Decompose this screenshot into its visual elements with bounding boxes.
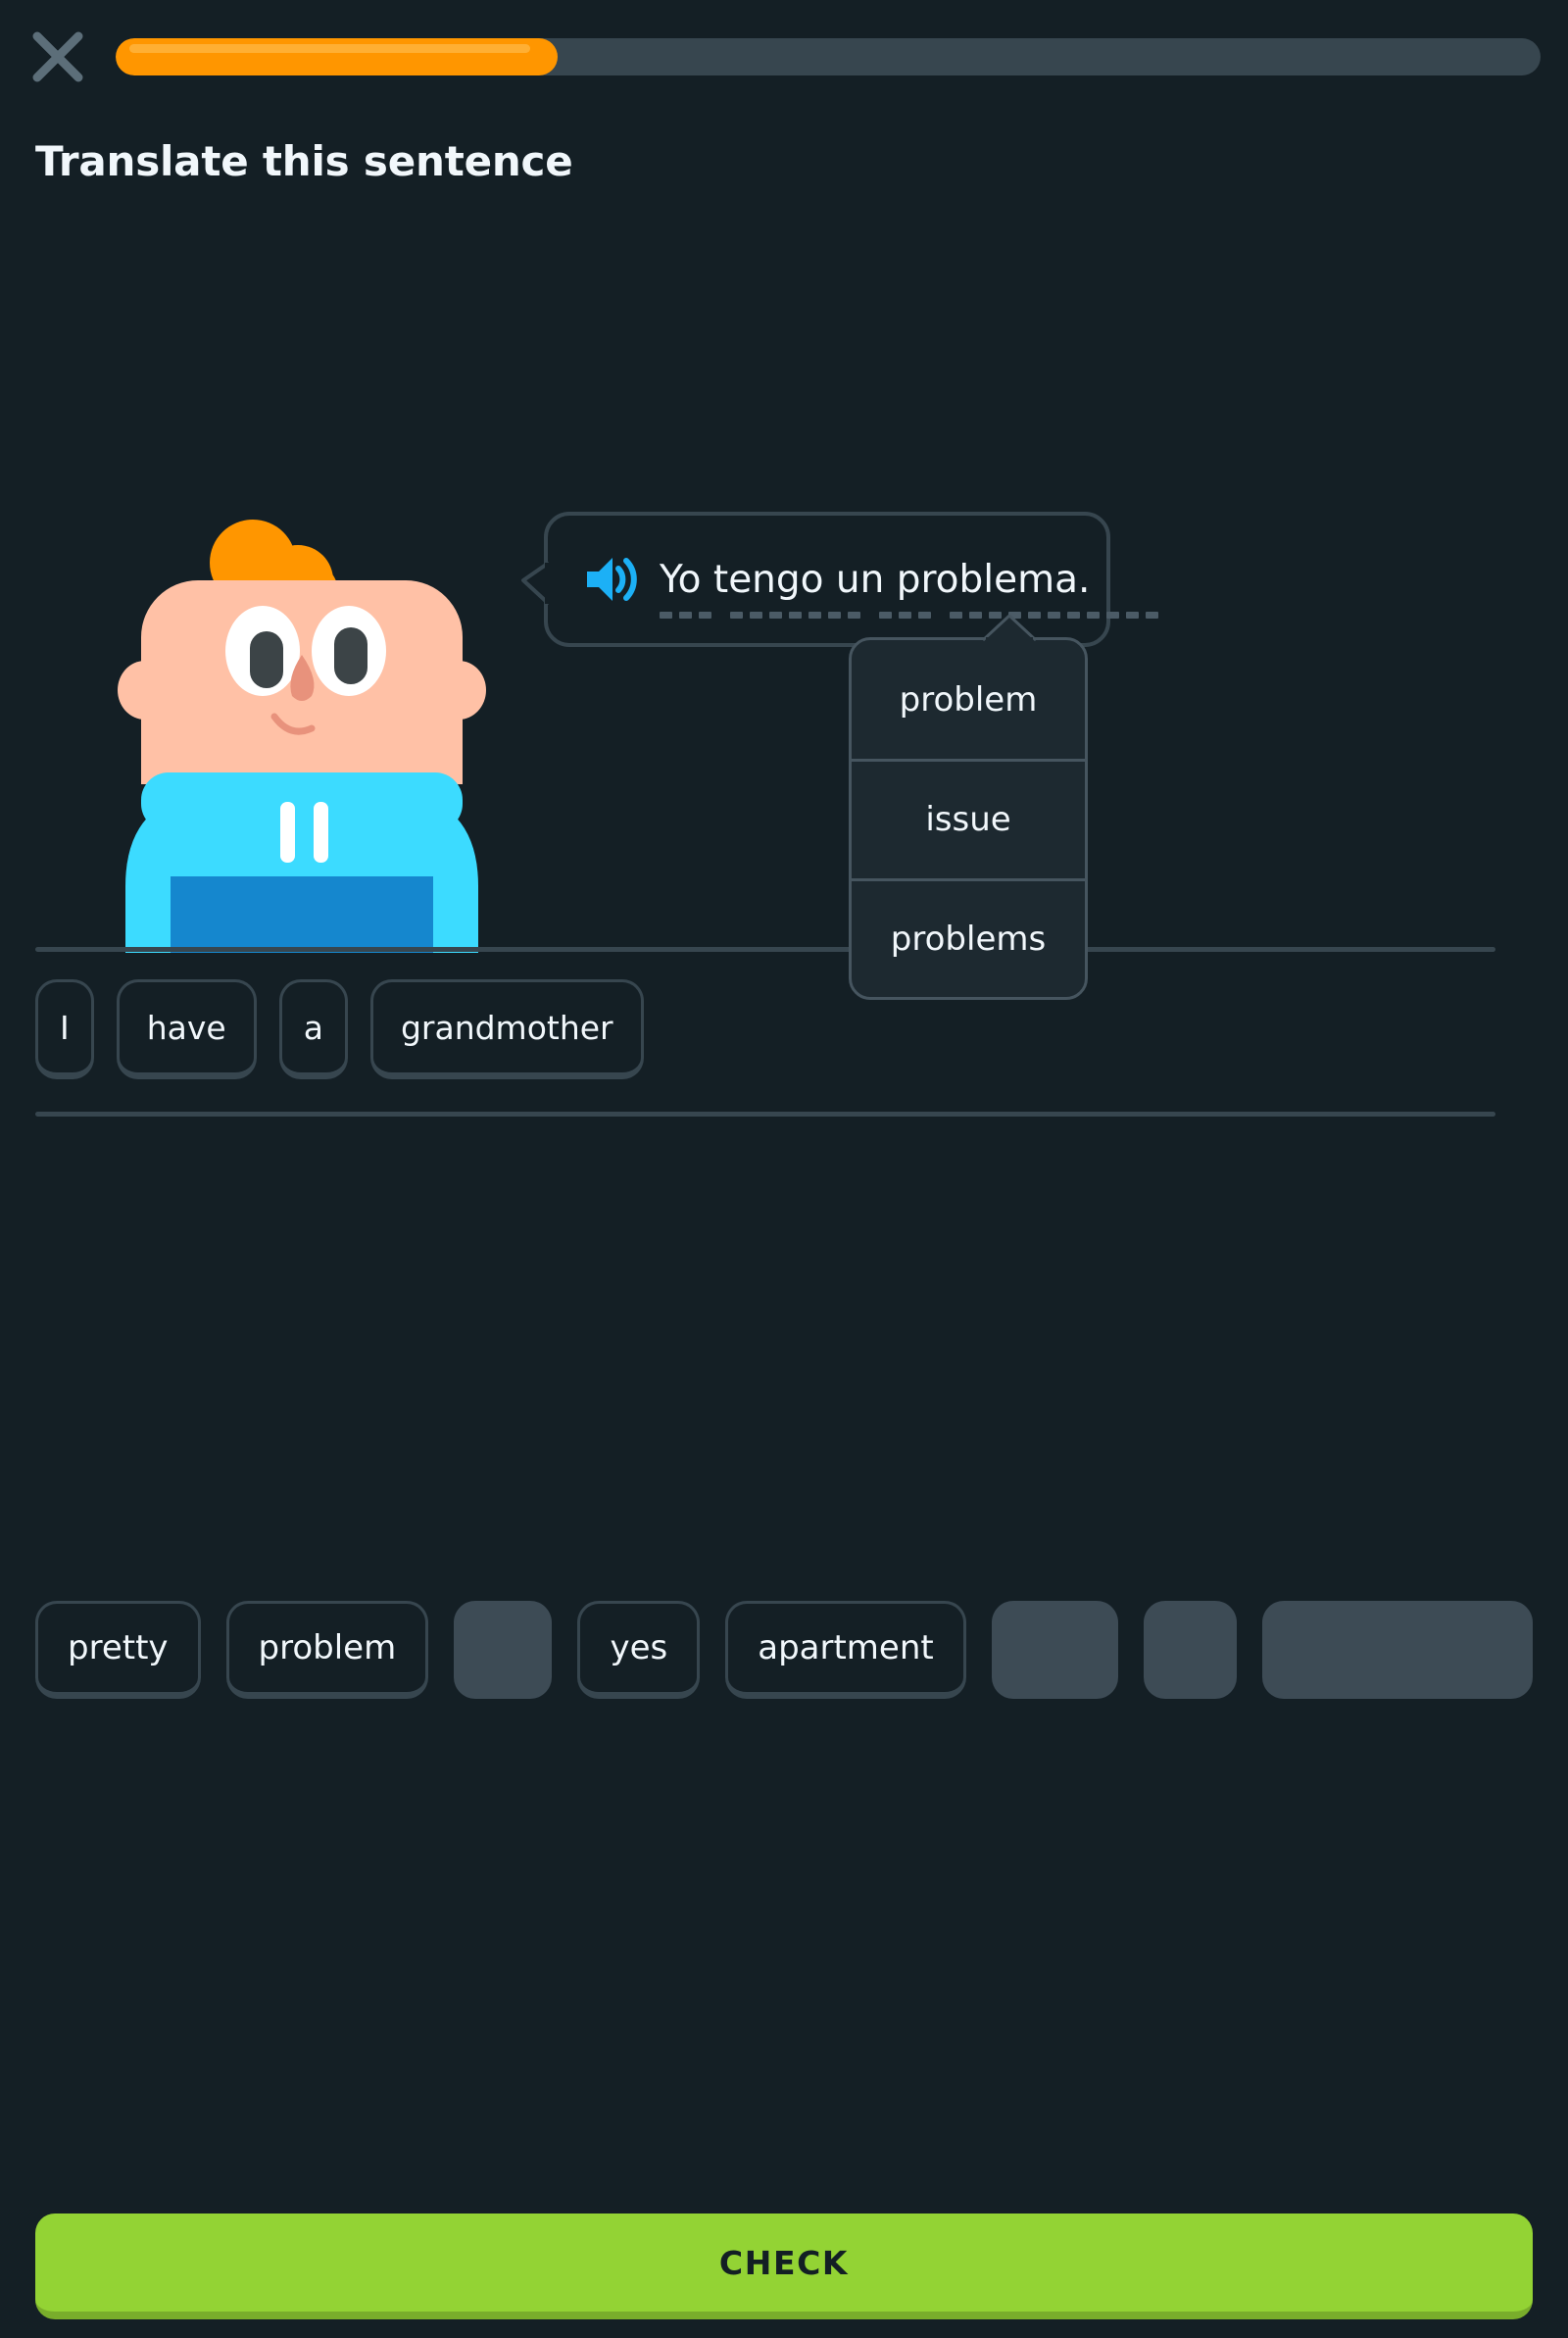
prompt-sentence[interactable]: Yo tengo un problema.	[660, 557, 1158, 619]
answer-tile-3[interactable]: grandmother	[369, 979, 644, 1079]
hint-option-2[interactable]: problems	[852, 877, 1085, 997]
page-title: Translate this sentence	[35, 137, 573, 185]
word-bank-tile-3[interactable]: yes	[577, 1601, 701, 1699]
duo-character-eddy-icon	[118, 520, 486, 953]
hint-option-0[interactable]: problem	[852, 640, 1085, 759]
word-bank-tile-5-used	[991, 1601, 1119, 1699]
word-bank-tile-1[interactable]: problem	[225, 1601, 429, 1699]
word-bank-tile-7-used	[1262, 1601, 1534, 1699]
answer-tile-2[interactable]: a	[278, 979, 348, 1079]
progress-highlight	[129, 44, 530, 53]
speaker-wave-icon[interactable]	[583, 554, 638, 605]
word-bank-tile-4[interactable]: apartment	[725, 1601, 966, 1699]
answer-row: I have a grandmother	[35, 979, 1495, 1079]
character-avatar	[106, 478, 498, 953]
word-hint-popup: problem issue problems	[849, 615, 1088, 1000]
close-button[interactable]	[27, 26, 88, 87]
answer-tile-1[interactable]: have	[116, 979, 257, 1079]
close-x-icon	[32, 31, 83, 82]
prompt-sentence-text: Yo tengo un problema.	[660, 557, 1091, 602]
top-bar	[27, 27, 1541, 86]
word-bank-tile-6-used	[1144, 1601, 1238, 1699]
hint-arrow-icon	[983, 615, 1036, 641]
exercise-screen: Translate this sentence Yo tengo un prob…	[0, 0, 1568, 2338]
answer-line-top	[35, 947, 1495, 952]
word-bank-row: pretty problem yes apartment	[35, 1601, 1534, 1707]
check-button[interactable]: CHECK	[35, 2214, 1533, 2319]
answer-tile-0[interactable]: I	[35, 979, 94, 1079]
word-bank-tile-2-used	[454, 1601, 553, 1699]
word-bank-tile-0[interactable]: pretty	[35, 1601, 201, 1699]
bubble-tail-icon	[521, 561, 551, 606]
hint-option-1[interactable]: issue	[852, 759, 1085, 877]
lesson-progress-bar	[116, 38, 1541, 75]
answer-line-bottom	[35, 1112, 1495, 1117]
